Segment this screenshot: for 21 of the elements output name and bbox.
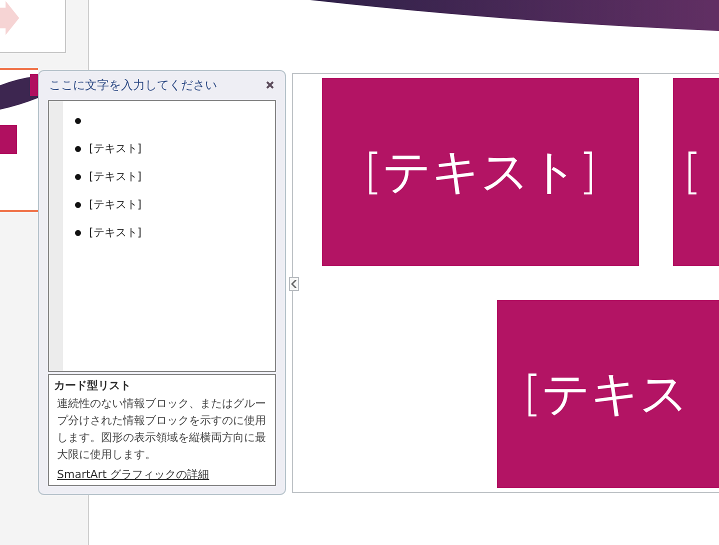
bullet-text[interactable]: [テキスト] — [89, 169, 142, 184]
card-shape[interactable]: [テキスト] — [322, 78, 639, 266]
slide-thumbnail[interactable] — [0, 68, 38, 212]
bullet-text[interactable]: [テキスト] — [89, 197, 142, 212]
bullet-text[interactable]: [テキスト] — [89, 225, 142, 240]
slide-thumbnail[interactable] — [0, 0, 66, 53]
details-link[interactable]: SmartArt グラフィックの詳細 — [57, 467, 210, 482]
pane-title: ここに文字を入力してください — [49, 76, 217, 94]
bullet-icon — [75, 146, 81, 152]
bullet-icon — [75, 202, 81, 208]
layout-name: カード型リスト — [54, 378, 131, 393]
bullet-icon — [75, 174, 81, 180]
bullet-icon — [75, 118, 81, 124]
bullet-text[interactable]: [テキスト] — [89, 141, 142, 156]
close-icon[interactable] — [266, 81, 274, 90]
text-list-field[interactable]: [テキスト] [テキスト] [テキスト] [テキスト] — [48, 100, 276, 372]
layout-description: 連続性のない情報ブロック、またはグループ分けされた情報ブロックを示すのに使用します。図形の表示領域を縦横両方向に最大限に使用します。 — [57, 396, 267, 463]
collapse-handle[interactable] — [289, 277, 299, 291]
bullet-icon — [75, 230, 81, 236]
card-shape[interactable]: [テキス — [497, 300, 719, 488]
card-shape[interactable]: [ — [673, 78, 719, 266]
